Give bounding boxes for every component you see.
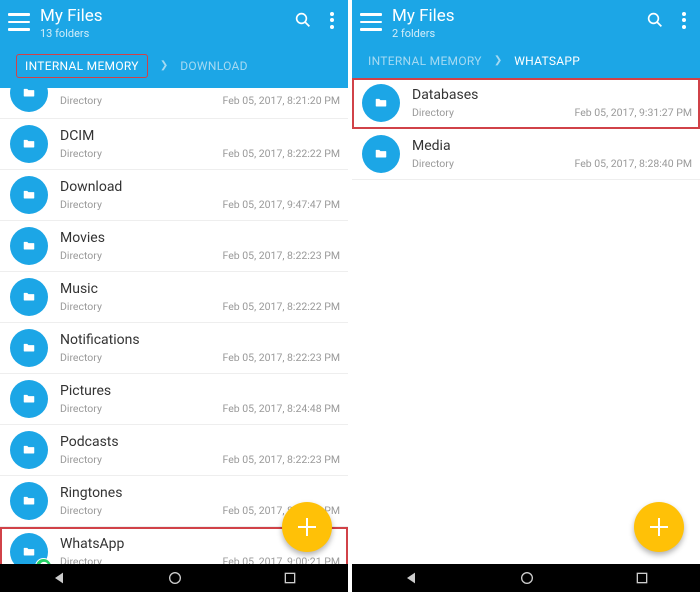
item-date: Feb 05, 2017, 9:00:21 PM	[223, 555, 341, 564]
item-date: Feb 05, 2017, 8:28:40 PM	[575, 157, 693, 170]
recents-icon[interactable]	[282, 570, 298, 586]
item-date: Feb 05, 2017, 8:22:23 PM	[223, 351, 341, 364]
item-date: Feb 05, 2017, 8:24:48 PM	[223, 402, 341, 415]
action-icons	[646, 11, 686, 29]
item-type: Directory	[60, 504, 102, 517]
item-date: Feb 05, 2017, 8:22:22 PM	[223, 300, 341, 313]
breadcrumb-item[interactable]: WHATSAPP	[514, 54, 580, 68]
title-wrap: My Files 13 folders	[40, 7, 294, 40]
item-name: Movies	[60, 230, 340, 247]
folder-icon	[10, 176, 48, 214]
screen-left: My Files 13 folders INTERNAL MEMORY ❯ DO…	[0, 0, 348, 592]
list-item[interactable]: Media Directory Feb 05, 2017, 8:28:40 PM	[352, 129, 700, 180]
folder-icon	[10, 431, 48, 469]
folder-icon	[10, 278, 48, 316]
list-item[interactable]: Music Directory Feb 05, 2017, 8:22:22 PM	[0, 272, 348, 323]
appbar: My Files 2 folders	[352, 0, 700, 46]
appbar: My Files 13 folders	[0, 0, 348, 46]
folder-icon	[10, 125, 48, 163]
list-item[interactable]: Notifications Directory Feb 05, 2017, 8:22…	[0, 323, 348, 374]
breadcrumb-item[interactable]: INTERNAL MEMORY	[368, 54, 482, 68]
back-icon[interactable]	[402, 570, 420, 586]
item-type: Directory	[60, 94, 102, 107]
item-name: Music	[60, 281, 340, 298]
home-icon[interactable]	[167, 570, 183, 586]
chevron-right-icon: ❯	[160, 60, 168, 71]
list-item[interactable]: Pictures Directory Feb 05, 2017, 8:24:48 P…	[0, 374, 348, 425]
item-name: Media	[412, 138, 692, 155]
item-date: Feb 05, 2017, 8:21:20 PM	[223, 94, 341, 107]
breadcrumb: INTERNAL MEMORY ❯ WHATSAPP	[352, 46, 700, 78]
folder-icon	[10, 88, 48, 112]
item-type: Directory	[60, 453, 102, 466]
overflow-icon[interactable]	[330, 12, 334, 29]
item-date: Feb 05, 2017, 9:47:47 PM	[223, 198, 341, 211]
folder-icon	[10, 380, 48, 418]
whatsapp-icon	[35, 558, 52, 564]
app-title: My Files	[40, 7, 294, 26]
item-type: Directory	[412, 157, 454, 170]
android-navbar	[0, 564, 348, 592]
item-name: Databases	[412, 87, 692, 104]
folder-icon	[10, 533, 48, 564]
folder-icon	[362, 84, 400, 122]
folder-icon	[10, 482, 48, 520]
item-date: Feb 05, 2017, 8:22:23 PM	[223, 453, 341, 466]
item-date: Feb 05, 2017, 8:22:23 PM	[223, 249, 341, 262]
search-icon[interactable]	[294, 11, 312, 29]
action-icons	[294, 11, 334, 29]
file-list[interactable]: Databases Directory Feb 05, 2017, 9:31:27 …	[352, 78, 700, 564]
item-type: Directory	[60, 198, 102, 211]
breadcrumb: INTERNAL MEMORY ❯ DOWNLOAD	[0, 46, 348, 88]
list-item[interactable]: Movies Directory Feb 05, 2017, 8:22:23 PM	[0, 221, 348, 272]
chevron-right-icon: ❯	[494, 55, 502, 66]
list-item[interactable]: DCIM Directory Feb 05, 2017, 8:22:22 PM	[0, 119, 348, 170]
app-subtitle: 2 folders	[392, 27, 646, 40]
item-type: Directory	[60, 351, 102, 364]
hamburger-icon[interactable]	[360, 11, 382, 33]
screen-right: My Files 2 folders INTERNAL MEMORY ❯ WHA…	[352, 0, 700, 592]
recents-icon[interactable]	[634, 570, 650, 586]
breadcrumb-item[interactable]: DOWNLOAD	[180, 59, 248, 73]
add-button[interactable]	[634, 502, 684, 552]
item-date: Feb 05, 2017, 8:22:22 PM	[223, 147, 341, 160]
title-wrap: My Files 2 folders	[392, 7, 646, 40]
item-type: Directory	[60, 555, 102, 564]
item-type: Directory	[60, 300, 102, 313]
item-name: Ringtones	[60, 485, 340, 502]
item-name: Pictures	[60, 383, 340, 400]
item-type: Directory	[60, 402, 102, 415]
folder-icon	[10, 329, 48, 367]
breadcrumb-item[interactable]: INTERNAL MEMORY	[16, 54, 148, 78]
item-name: DCIM	[60, 128, 340, 145]
back-icon[interactable]	[50, 570, 68, 586]
list-item[interactable]: Directory Feb 05, 2017, 8:21:20 PM	[0, 88, 348, 119]
item-type: Directory	[412, 106, 454, 119]
android-navbar	[352, 564, 700, 592]
file-list[interactable]: Directory Feb 05, 2017, 8:21:20 PM DCIM Dir…	[0, 88, 348, 564]
search-icon[interactable]	[646, 11, 664, 29]
home-icon[interactable]	[519, 570, 535, 586]
item-type: Directory	[60, 147, 102, 160]
add-button[interactable]	[282, 502, 332, 552]
item-name: Download	[60, 179, 340, 196]
item-name: Podcasts	[60, 434, 340, 451]
folder-icon	[362, 135, 400, 173]
overflow-icon[interactable]	[682, 12, 686, 29]
app-subtitle: 13 folders	[40, 27, 294, 40]
folder-icon	[10, 227, 48, 265]
list-item[interactable]: Podcasts Directory Feb 05, 2017, 8:22:23 P…	[0, 425, 348, 476]
item-date: Feb 05, 2017, 9:31:27 PM	[575, 106, 693, 119]
list-item[interactable]: Databases Directory Feb 05, 2017, 9:31:27 …	[352, 78, 700, 129]
app-title: My Files	[392, 7, 646, 26]
item-name: Notifications	[60, 332, 340, 349]
list-item[interactable]: Download Directory Feb 05, 2017, 9:47:47 P…	[0, 170, 348, 221]
hamburger-icon[interactable]	[8, 11, 30, 33]
item-type: Directory	[60, 249, 102, 262]
